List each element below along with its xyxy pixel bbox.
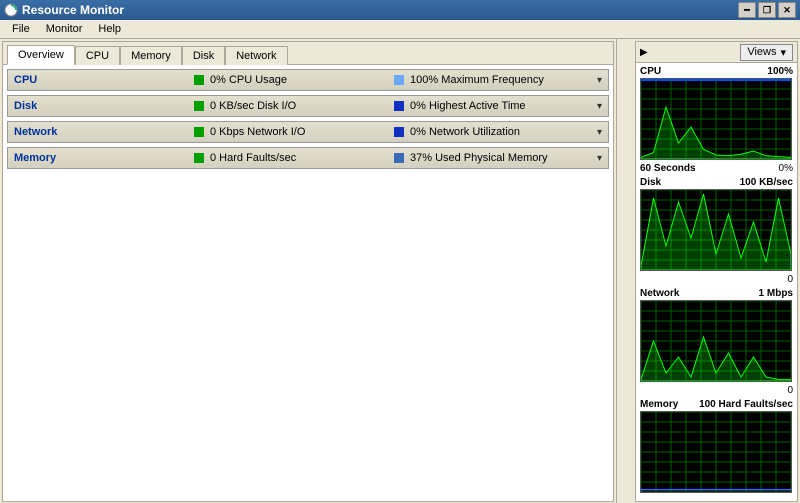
- chart-disk-name: Disk: [640, 177, 740, 188]
- window-title: Resource Monitor: [22, 3, 124, 17]
- views-dropdown[interactable]: Views ▾: [740, 44, 793, 61]
- window-buttons: ━ ❐ ✕: [738, 2, 796, 18]
- main-panel: Overview CPU Memory Disk Network CPU 0% …: [2, 41, 614, 502]
- panel-cpu-header[interactable]: CPU 0% CPU Usage 100% Maximum Frequency …: [8, 70, 608, 90]
- chart-disk: Disk 100 KB/sec 0: [640, 176, 793, 285]
- disk-active-icon: [394, 101, 404, 111]
- menubar: File Monitor Help: [0, 20, 800, 39]
- tab-cpu[interactable]: CPU: [75, 46, 120, 65]
- chart-memory: Memory 100 Hard Faults/sec: [640, 398, 793, 496]
- app-icon: [4, 3, 18, 17]
- panel-memory-metric2: 37% Used Physical Memory: [410, 152, 548, 164]
- mini-charts: CPU 100% 60 Seconds 0% Disk 100 KB/sec: [636, 63, 797, 501]
- sidebar-header: ▶ Views ▾: [636, 42, 797, 63]
- tab-memory[interactable]: Memory: [120, 46, 182, 65]
- chart-memory-max: 100 Hard Faults/sec: [699, 399, 793, 410]
- views-label: Views: [747, 46, 776, 58]
- panel-network-metric1: 0 Kbps Network I/O: [210, 126, 305, 138]
- chevron-down-icon: ▾: [597, 153, 602, 164]
- network-io-icon: [194, 127, 204, 137]
- chart-disk-canvas: [640, 189, 792, 271]
- panel-network: Network 0 Kbps Network I/O 0% Network Ut…: [7, 121, 609, 143]
- tab-strip: Overview CPU Memory Disk Network: [3, 42, 613, 65]
- chart-cpu: CPU 100% 60 Seconds 0%: [640, 65, 793, 174]
- chart-network-min: 0: [787, 385, 793, 396]
- titlebar: Resource Monitor ━ ❐ ✕: [0, 0, 800, 20]
- chevron-down-icon: ▾: [780, 46, 786, 59]
- cpu-usage-icon: [194, 75, 204, 85]
- chevron-down-icon: ▾: [597, 127, 602, 138]
- vertical-scrollbar[interactable]: [616, 39, 633, 503]
- play-button[interactable]: ▶: [640, 47, 648, 58]
- chart-cpu-max: 100%: [767, 66, 793, 77]
- panel-memory-header[interactable]: Memory 0 Hard Faults/sec 37% Used Physic…: [8, 148, 608, 168]
- chart-network-canvas: [640, 300, 792, 382]
- tab-disk[interactable]: Disk: [182, 46, 225, 65]
- menu-help[interactable]: Help: [90, 21, 129, 37]
- chart-memory-canvas: [640, 411, 792, 493]
- chart-disk-min: 0: [787, 274, 793, 285]
- panel-memory: Memory 0 Hard Faults/sec 37% Used Physic…: [7, 147, 609, 169]
- chart-cpu-xlabel: 60 Seconds: [640, 163, 779, 174]
- panel-cpu-metric1: 0% CPU Usage: [210, 74, 287, 86]
- panel-disk-metric1: 0 KB/sec Disk I/O: [210, 100, 296, 112]
- panel-cpu: CPU 0% CPU Usage 100% Maximum Frequency …: [7, 69, 609, 91]
- chart-network-max: 1 Mbps: [759, 288, 793, 299]
- chevron-down-icon: ▾: [597, 101, 602, 112]
- chart-cpu-name: CPU: [640, 66, 767, 77]
- tab-overview[interactable]: Overview: [7, 45, 75, 65]
- panel-disk-header[interactable]: Disk 0 KB/sec Disk I/O 0% Highest Active…: [8, 96, 608, 116]
- panel-disk-title: Disk: [14, 100, 194, 112]
- panel-memory-metric1: 0 Hard Faults/sec: [210, 152, 296, 164]
- memory-faults-icon: [194, 153, 204, 163]
- chart-memory-name: Memory: [640, 399, 699, 410]
- sidebar-charts: ▶ Views ▾ CPU 100% 60 Seconds: [635, 41, 798, 502]
- close-button[interactable]: ✕: [778, 2, 796, 18]
- disk-io-icon: [194, 101, 204, 111]
- cpu-freq-icon: [394, 75, 404, 85]
- minimize-button[interactable]: ━: [738, 2, 756, 18]
- tab-network[interactable]: Network: [225, 46, 287, 65]
- chart-disk-max: 100 KB/sec: [740, 177, 793, 188]
- menu-monitor[interactable]: Monitor: [38, 21, 91, 37]
- network-util-icon: [394, 127, 404, 137]
- chart-network-name: Network: [640, 288, 759, 299]
- panel-memory-title: Memory: [14, 152, 194, 164]
- panel-disk: Disk 0 KB/sec Disk I/O 0% Highest Active…: [7, 95, 609, 117]
- chevron-down-icon: ▾: [597, 75, 602, 86]
- panel-disk-metric2: 0% Highest Active Time: [410, 100, 526, 112]
- panel-network-metric2: 0% Network Utilization: [410, 126, 520, 138]
- menu-file[interactable]: File: [4, 21, 38, 37]
- chart-cpu-min: 0%: [779, 163, 793, 174]
- panel-network-header[interactable]: Network 0 Kbps Network I/O 0% Network Ut…: [8, 122, 608, 142]
- panel-area: CPU 0% CPU Usage 100% Maximum Frequency …: [3, 65, 613, 501]
- chart-cpu-canvas: [640, 78, 792, 160]
- content-area: Overview CPU Memory Disk Network CPU 0% …: [0, 39, 800, 503]
- panel-network-title: Network: [14, 126, 194, 138]
- chart-network: Network 1 Mbps 0: [640, 287, 793, 396]
- memory-used-icon: [394, 153, 404, 163]
- panel-cpu-metric2: 100% Maximum Frequency: [410, 74, 544, 86]
- maximize-button[interactable]: ❐: [758, 2, 776, 18]
- panel-cpu-title: CPU: [14, 74, 194, 86]
